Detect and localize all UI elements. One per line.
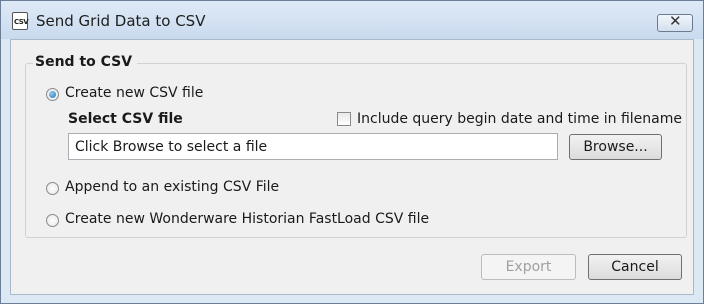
dialog-body: Send to CSV Create new CSV file Select C…	[10, 39, 694, 295]
select-csv-file-label: Select CSV file	[68, 111, 183, 127]
cancel-button[interactable]: Cancel	[588, 254, 682, 280]
radio-create-fastload-csv[interactable]	[46, 214, 59, 227]
send-to-csv-group: Send to CSV Create new CSV file Select C…	[25, 54, 687, 238]
title-bar: CSV Send Grid Data to CSV ✕	[1, 1, 703, 39]
include-datetime-checkbox[interactable]	[337, 112, 351, 126]
radio-append-existing-csv[interactable]	[46, 182, 59, 195]
close-icon: ✕	[669, 12, 682, 30]
dialog-window: CSV Send Grid Data to CSV ✕ Send to CSV …	[0, 0, 704, 304]
radio-create-fastload-csv-label[interactable]: Create new Wonderware Historian FastLoad…	[65, 211, 429, 227]
csv-file-icon: CSV	[12, 12, 29, 30]
close-button[interactable]: ✕	[657, 12, 693, 32]
group-title: Send to CSV	[33, 54, 138, 70]
include-datetime-label[interactable]: Include query begin date and time in fil…	[357, 111, 682, 127]
radio-append-existing-csv-label[interactable]: Append to an existing CSV File	[65, 179, 279, 195]
export-button[interactable]: Export	[481, 254, 576, 280]
radio-create-new-csv[interactable]	[46, 88, 59, 101]
window-title: Send Grid Data to CSV	[36, 12, 206, 30]
browse-button[interactable]: Browse...	[569, 134, 662, 160]
csv-file-path-field[interactable]: Click Browse to select a file	[68, 133, 558, 160]
radio-create-new-csv-label[interactable]: Create new CSV file	[65, 85, 203, 101]
csv-icon-text: CSV	[14, 18, 29, 26]
